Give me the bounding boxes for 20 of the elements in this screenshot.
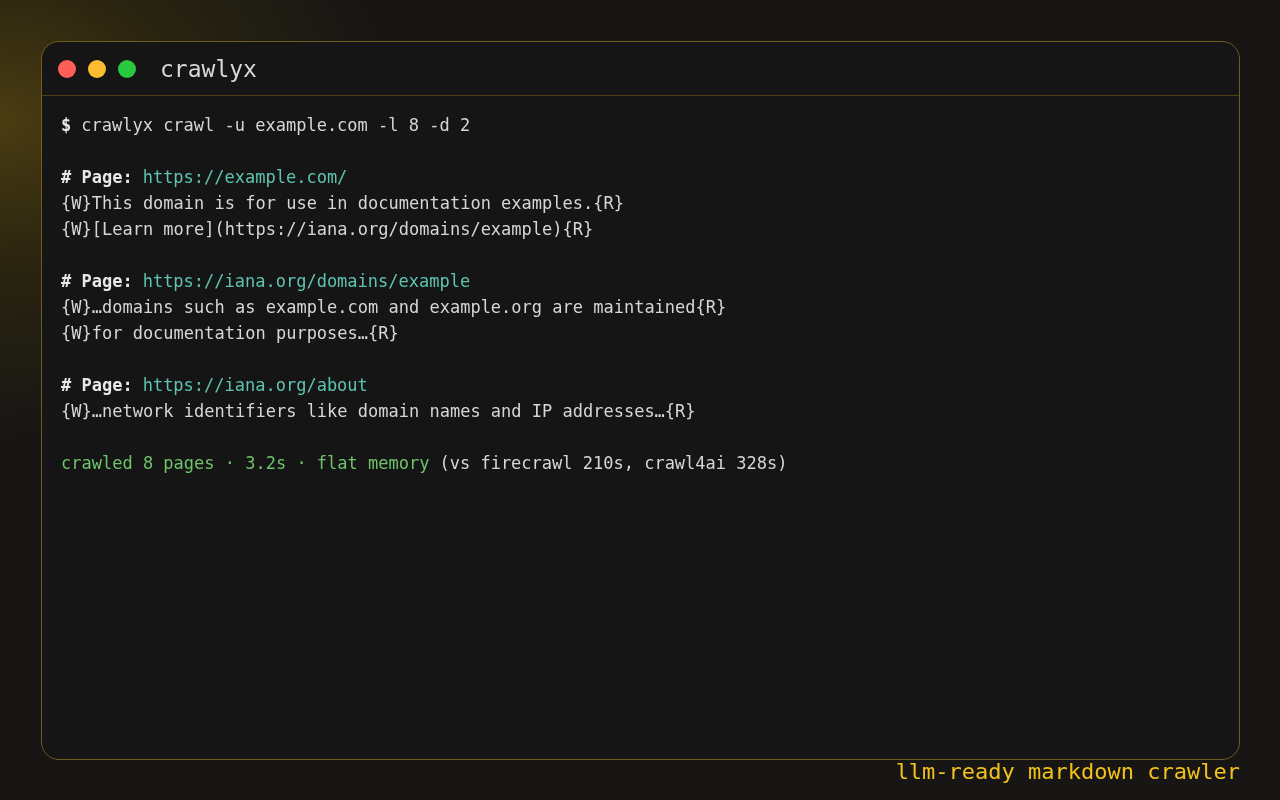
output-line: {W}…domains such as example.com and example.org are maintained{R} [61,296,727,319]
output-line: {W}This domain is for use in documentation examples.{R} [61,192,624,215]
page-url: https://iana.org/about [142,374,368,397]
comparison-note: (vs firecrawl 210s, crawl4ai 328s) [439,452,788,475]
page-label: # Page: [61,270,133,293]
output-line: {W}for documentation purposes…{R} [61,322,399,345]
command-text: crawlyx crawl -u example.com -l 8 -d 2 [81,114,471,137]
page-label: # Page: [61,166,133,189]
close-icon[interactable] [58,59,76,78]
minimize-icon[interactable] [88,59,106,78]
page-url: https://iana.org/domains/example [142,270,471,293]
page-url: https://example.com/ [142,166,348,189]
tagline: llm-ready markdown crawler [895,760,1240,784]
output-line: {W}…network identifiers like domain names and IP addresses…{R} [61,400,696,423]
output-line: {W}[Learn more](https://iana.org/domains/example){R} [61,218,594,241]
summary-stats: crawled 8 pages · 3.2s · flat memory [61,452,430,475]
page-label: # Page: [61,374,133,397]
maximize-icon[interactable] [118,59,136,78]
window-title: crawlyx [160,55,257,82]
prompt-symbol: $ [61,114,72,137]
